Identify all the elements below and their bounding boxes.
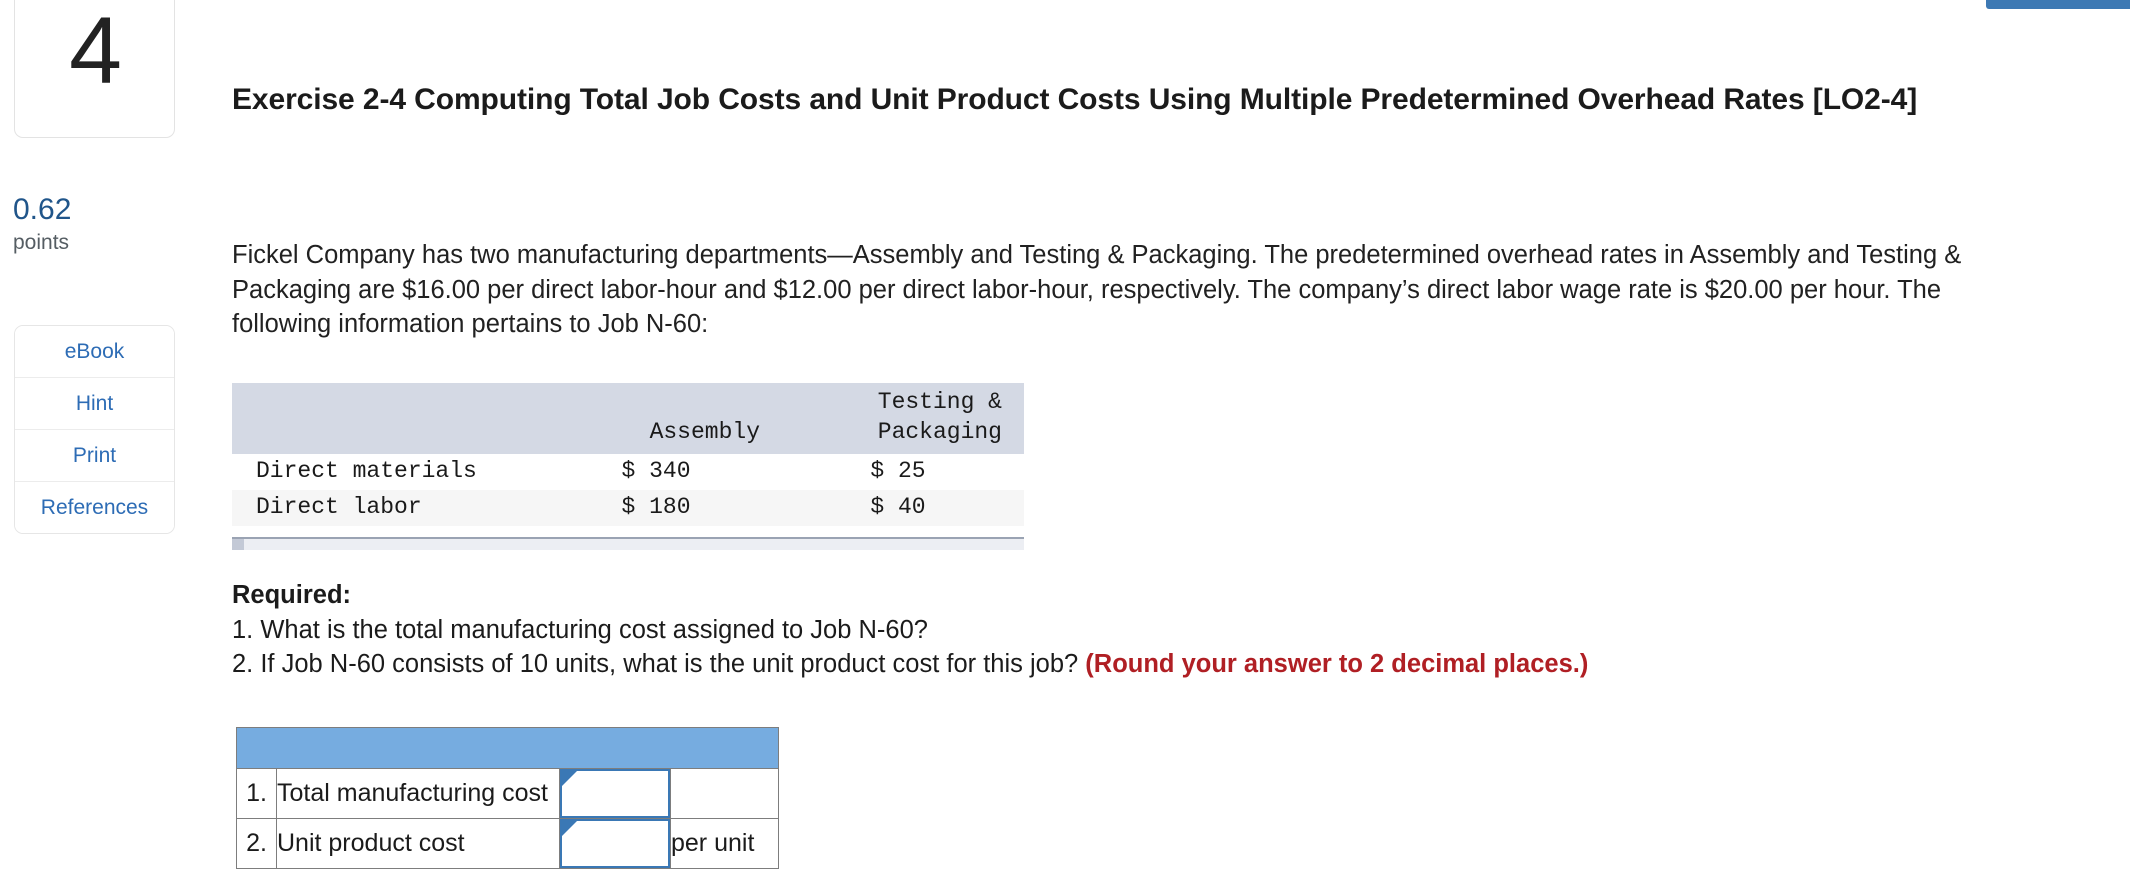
- sidebar-item-hint[interactable]: Hint: [15, 378, 174, 430]
- exercise-page: 4 0.62 points eBook Hint Print Reference…: [0, 0, 2130, 882]
- answer-table-header-cell: [237, 728, 779, 769]
- column-header-assembly: Assembly: [540, 383, 782, 454]
- page-title: Exercise 2-4 Computing Total Job Costs a…: [232, 80, 1972, 119]
- cell-direct-materials-testing: $ 25: [782, 454, 1024, 490]
- question-number-box: 4: [14, 0, 175, 138]
- question-sidebar: 4 0.62 points eBook Hint Print Reference…: [0, 0, 186, 882]
- required-item-2: 2. If Job N-60 consists of 10 units, wha…: [232, 647, 1992, 682]
- answer-row-1-label: Total manufacturing cost: [277, 769, 560, 819]
- tool-links-box: eBook Hint Print References: [14, 325, 175, 534]
- cell-direct-labor-testing: $ 40: [782, 490, 1024, 526]
- question-number: 4: [69, 4, 120, 99]
- answer-row-1-input-cell: [560, 769, 671, 819]
- column-header-blank: [232, 383, 540, 454]
- unit-product-cost-input-wrapper[interactable]: [560, 819, 670, 868]
- required-item-1: 1. What is the total manufacturing cost …: [232, 613, 1992, 648]
- scrollbar-thumb[interactable]: [232, 539, 244, 550]
- given-data-table: Assembly Testing & Packaging Direct mater…: [232, 383, 1024, 526]
- sidebar-item-references[interactable]: References: [15, 482, 174, 533]
- topbar-action-button[interactable]: [1986, 0, 2130, 9]
- table-row: Direct materials $ 340 $ 25: [232, 454, 1024, 490]
- cell-direct-materials-assembly: $ 340: [540, 454, 782, 490]
- row-label-direct-materials: Direct materials: [232, 454, 540, 490]
- column-header-testing-line1: Testing &: [878, 389, 1002, 415]
- required-item-2-note: (Round your answer to 2 decimal places.): [1085, 650, 1588, 678]
- points-label: points: [13, 231, 69, 255]
- points-value: 0.62: [13, 193, 71, 227]
- answer-row-1-unit: [671, 769, 779, 819]
- column-header-testing-line2: Packaging: [878, 419, 1002, 445]
- exercise-body-text: Fickel Company has two manufacturing dep…: [232, 238, 2042, 342]
- column-header-testing-packaging: Testing & Packaging: [782, 383, 1024, 454]
- answer-row-2-label: Unit product cost: [277, 819, 560, 869]
- answer-table-container: 1. Total manufacturing cost 2. Unit pro: [236, 727, 779, 869]
- answer-row-1-index: 1.: [237, 769, 277, 819]
- total-manufacturing-cost-input-wrapper[interactable]: [560, 769, 670, 818]
- table-header-row: Assembly Testing & Packaging: [232, 383, 1024, 454]
- answer-row-2-index: 2.: [237, 819, 277, 869]
- required-section: Required: 1. What is the total manufactu…: [232, 578, 1992, 682]
- required-heading: Required:: [232, 578, 1992, 613]
- cell-direct-labor-assembly: $ 180: [540, 490, 782, 526]
- unit-product-cost-input[interactable]: [562, 821, 668, 866]
- table-row: 1. Total manufacturing cost: [237, 769, 779, 819]
- answer-row-2-input-cell: [560, 819, 671, 869]
- total-manufacturing-cost-input[interactable]: [562, 771, 668, 816]
- sidebar-item-ebook[interactable]: eBook: [15, 326, 174, 378]
- given-table-horizontal-scrollbar[interactable]: [232, 537, 1024, 550]
- table-row: Direct labor $ 180 $ 40: [232, 490, 1024, 526]
- required-item-2-text: 2. If Job N-60 consists of 10 units, wha…: [232, 650, 1085, 678]
- answer-table-header-row: [237, 728, 779, 769]
- answer-row-2-unit: per unit: [671, 819, 779, 869]
- row-label-direct-labor: Direct labor: [232, 490, 540, 526]
- table-row: 2. Unit product cost per unit: [237, 819, 779, 869]
- given-data-table-container: Assembly Testing & Packaging Direct mater…: [232, 383, 1024, 550]
- answer-table: 1. Total manufacturing cost 2. Unit pro: [236, 727, 779, 869]
- sidebar-item-print[interactable]: Print: [15, 430, 174, 482]
